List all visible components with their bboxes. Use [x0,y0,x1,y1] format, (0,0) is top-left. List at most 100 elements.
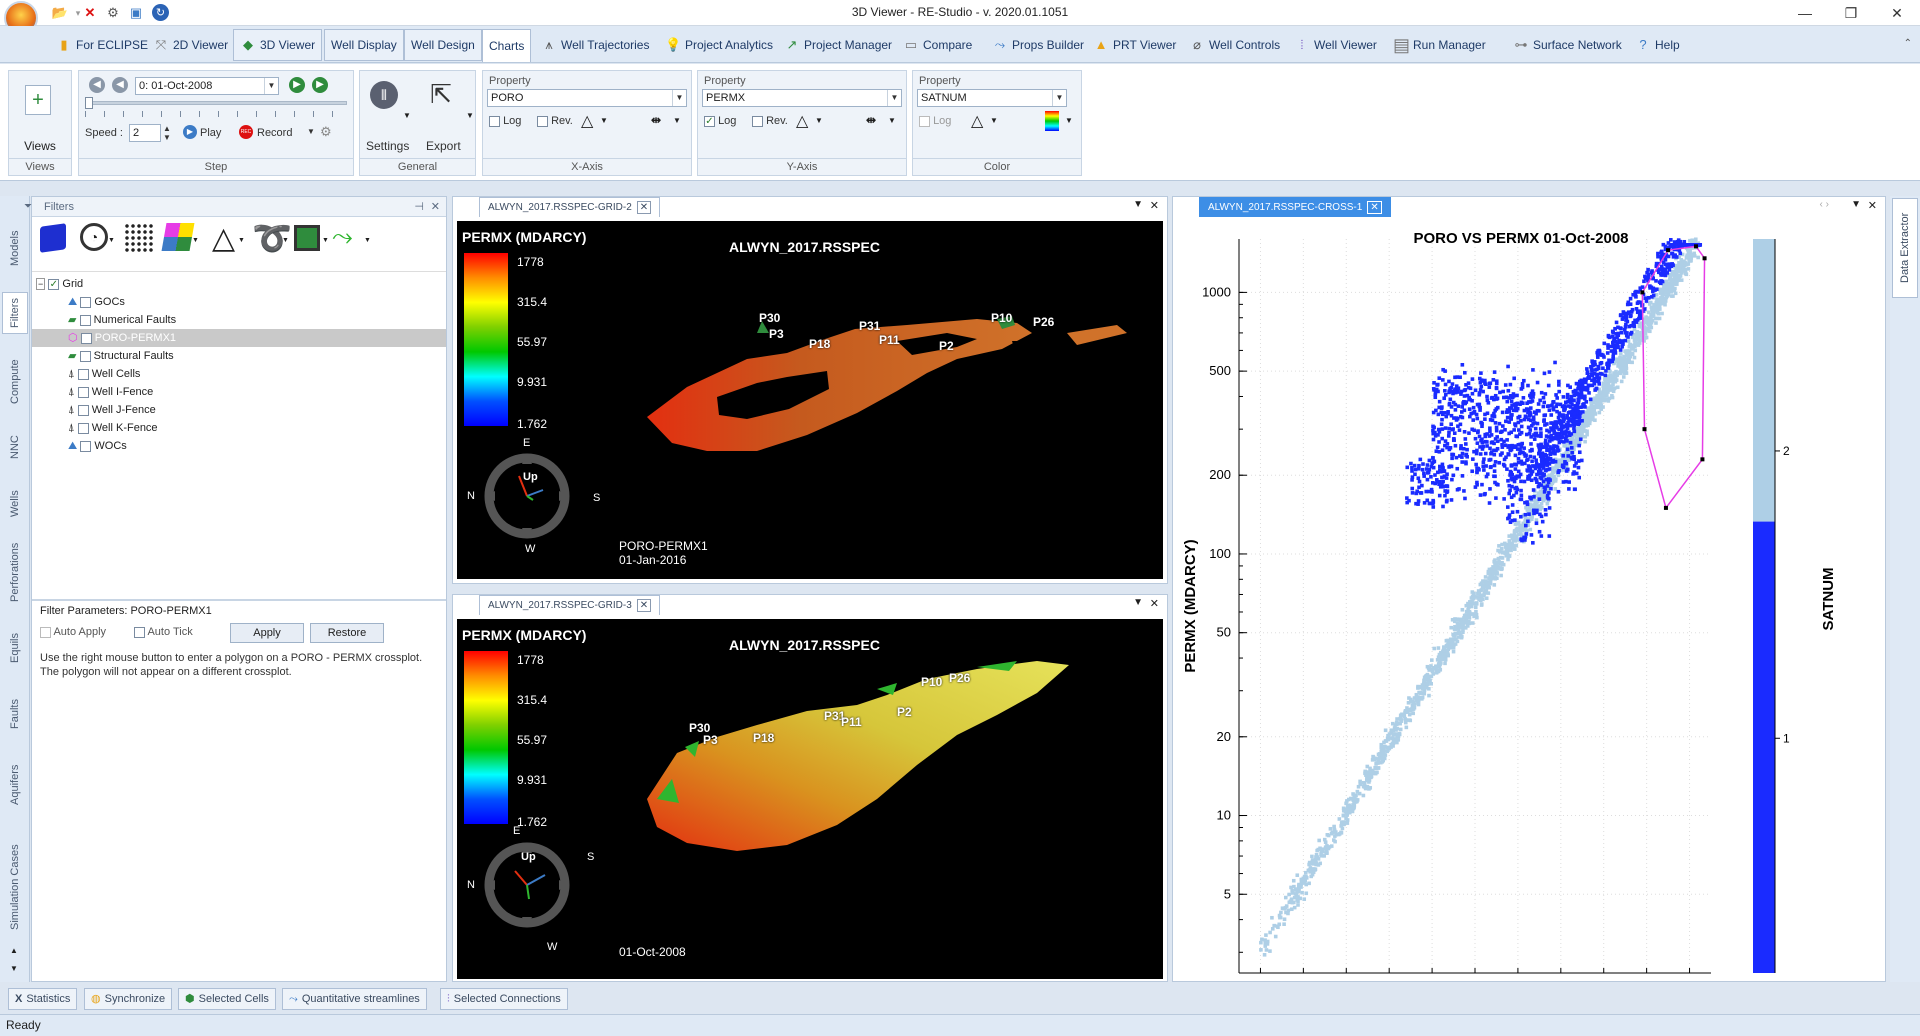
close-icon[interactable]: ✕ [431,197,440,217]
tree-item-gocs[interactable]: ⛰ GOCs [68,293,125,311]
color-triangle-dropdown-icon[interactable]: ▼ [990,116,998,125]
record-dropdown-icon[interactable]: ▼ [307,127,315,136]
item-checkbox[interactable] [80,440,92,452]
cube-filter-icon[interactable] [40,223,66,253]
export-dropdown-icon[interactable]: ▼ [466,111,474,120]
collapse-ribbon-icon[interactable]: ⌃ [1904,38,1912,49]
close-icon[interactable]: ✕ [1150,597,1159,610]
tab-well-display[interactable]: Well Display [324,29,404,61]
settings-icon[interactable]: ⦀ [370,81,398,109]
capture-settings-icon[interactable]: ⚙ [320,124,332,140]
grid-3-3d-view[interactable]: PERMX (MDARCY) ALWYN_2017.RSSPEC 1778 31… [457,619,1163,979]
tab-3d-viewer[interactable]: ◆ 3D Viewer [233,29,323,61]
cells-filter-icon[interactable] [294,225,320,251]
side-tab-aquifers[interactable]: Aquifers [2,760,28,810]
step-date-select[interactable]: 0: 01-Oct-2008 ▼ [135,77,279,95]
auto-apply-checkbox[interactable] [40,626,51,638]
side-tab-simulation-cases[interactable]: Simulation Cases [2,832,28,942]
well-label-p2[interactable]: P2 [897,705,912,719]
close-window-button[interactable]: ✕ [1874,0,1920,26]
well-label-p18[interactable]: P18 [753,731,774,745]
scroll-up-icon[interactable]: ▲ [10,946,18,955]
bottom-tab-statistics[interactable]: X Statistics [8,988,78,1010]
tree-item-well-cells[interactable]: ⍋ Well Cells [68,365,140,383]
y-line-style-icon[interactable]: ⇹ [866,113,876,127]
views-button[interactable]: Views [9,139,71,153]
bottom-tab-selected-connections[interactable]: ⫶ Selected Connections [440,988,568,1010]
color-log-checkbox[interactable] [919,115,930,127]
prev-step-icon[interactable]: ◀ [112,77,128,93]
well-label-p26[interactable]: P26 [1033,315,1054,329]
item-checkbox[interactable] [77,386,89,398]
tree-item-well-j-fence[interactable]: ⍋ Well J-Fence [68,401,156,419]
well-label-p11[interactable]: P11 [879,333,900,347]
close-icon[interactable]: ✕ [1367,201,1382,214]
grid-2-3d-view[interactable]: PERMX (MDARCY) ALWYN_2017.RSSPEC 1778 31… [457,221,1163,579]
side-tab-perforations[interactable]: Perforations [2,538,28,606]
filter-dropdown-icon[interactable]: ▼ [322,237,329,244]
tree-item-poro-permx1[interactable]: ⬡ PORO-PERMX1 [32,329,446,347]
close-icon[interactable]: ✕ [1868,199,1877,212]
item-checkbox[interactable] [77,404,89,416]
tree-item-well-i-fence[interactable]: ⍋ Well I-Fence [68,383,153,401]
pin-icon[interactable]: ⊣ [414,197,424,217]
filter-dropdown-icon[interactable]: ▼ [282,237,289,244]
item-checkbox[interactable] [77,368,89,380]
prev-tab-icon[interactable]: ‹ › [1820,199,1829,210]
y-triangle-icon[interactable]: △ [796,111,808,131]
restore-button[interactable]: Restore [310,623,384,643]
close-icon[interactable]: ✕ [1150,199,1159,212]
well-label-p10[interactable]: P10 [921,675,942,689]
play-button[interactable]: Play [200,127,221,139]
dropdown-icon[interactable]: ▼ [1133,199,1143,210]
tab-project-manager[interactable]: ↗ Project Manager [778,29,898,61]
filter-dropdown-icon[interactable]: ▼ [108,237,115,244]
tab-2d-viewer[interactable]: ⤧ 2D Viewer [147,29,234,61]
color-triangle-icon[interactable]: △ [971,111,983,131]
grid-3-tab[interactable]: ALWYN_2017.RSSPEC-GRID-3 ✕ [479,595,661,615]
step-slider[interactable] [85,101,347,105]
close-icon[interactable]: ✕ [636,599,652,612]
filter-dropdown-icon[interactable]: ▼ [364,237,371,244]
bottom-tab-quantitative-streamlines[interactable]: ⤳ Quantitative streamlines [282,988,427,1010]
tab-well-viewer[interactable]: ⦙ Well Viewer [1288,29,1383,61]
first-step-icon[interactable]: ◀ [89,77,105,93]
step-slider-handle[interactable] [85,97,93,109]
timer-filter-icon[interactable]: ◔ [80,223,108,251]
tree-grid-root[interactable]: − ✓ Grid [36,275,83,293]
triangle-filter-icon[interactable]: △ [212,221,235,256]
y-rev-checkbox[interactable] [752,115,763,127]
next-step-icon[interactable]: ▶ [289,77,305,93]
tree-item-well-k-fence[interactable]: ⍋ Well K-Fence [68,419,158,437]
tab-help[interactable]: ? Help [1629,29,1686,61]
color-palette-dropdown-icon[interactable]: ▼ [1065,116,1073,125]
side-tab-nnc[interactable]: NNC [2,432,28,462]
points-filter-icon[interactable] [124,223,154,253]
well-label-p11[interactable]: P11 [841,715,862,729]
y-triangle-dropdown-icon[interactable]: ▼ [815,116,823,125]
minimize-button[interactable]: — [1782,0,1828,26]
add-view-icon[interactable]: + [25,85,51,115]
export-icon[interactable]: ⇱ [426,79,456,109]
tab-well-design[interactable]: Well Design [404,29,482,61]
settings-dropdown-icon[interactable]: ▼ [403,111,411,120]
x-property-select[interactable]: PORO ▼ [487,89,687,107]
x-line-style-icon[interactable]: ⇹ [651,113,661,127]
last-step-icon[interactable]: ▶ [312,77,328,93]
side-tab-models[interactable]: Models [2,224,28,272]
poro-permx-crossplot[interactable]: PORO VS PERMX 01-Oct-20080.040.060.080.1… [1173,219,1885,979]
record-button[interactable]: Record [257,127,292,139]
well-label-p26[interactable]: P26 [949,671,970,685]
auto-tick-checkbox[interactable] [134,626,145,638]
tab-charts[interactable]: Charts [482,29,532,62]
color-palette-icon[interactable] [1045,111,1059,131]
settings-button[interactable]: Settings [366,139,409,153]
filter-dropdown-icon[interactable]: ▼ [238,237,245,244]
side-tab-filters[interactable]: Filters [2,292,28,334]
bottom-tab-selected-cells[interactable]: ⬢ Selected Cells [178,988,276,1010]
play-icon[interactable]: ▶ [183,125,197,139]
tab-prt-viewer[interactable]: ▲ PRT Viewer [1087,29,1182,61]
tab-for-eclipse[interactable]: ▮ For ECLIPSE [50,29,154,61]
well-label-p2[interactable]: P2 [939,339,954,353]
x-line-style-dropdown-icon[interactable]: ▼ [673,116,681,125]
